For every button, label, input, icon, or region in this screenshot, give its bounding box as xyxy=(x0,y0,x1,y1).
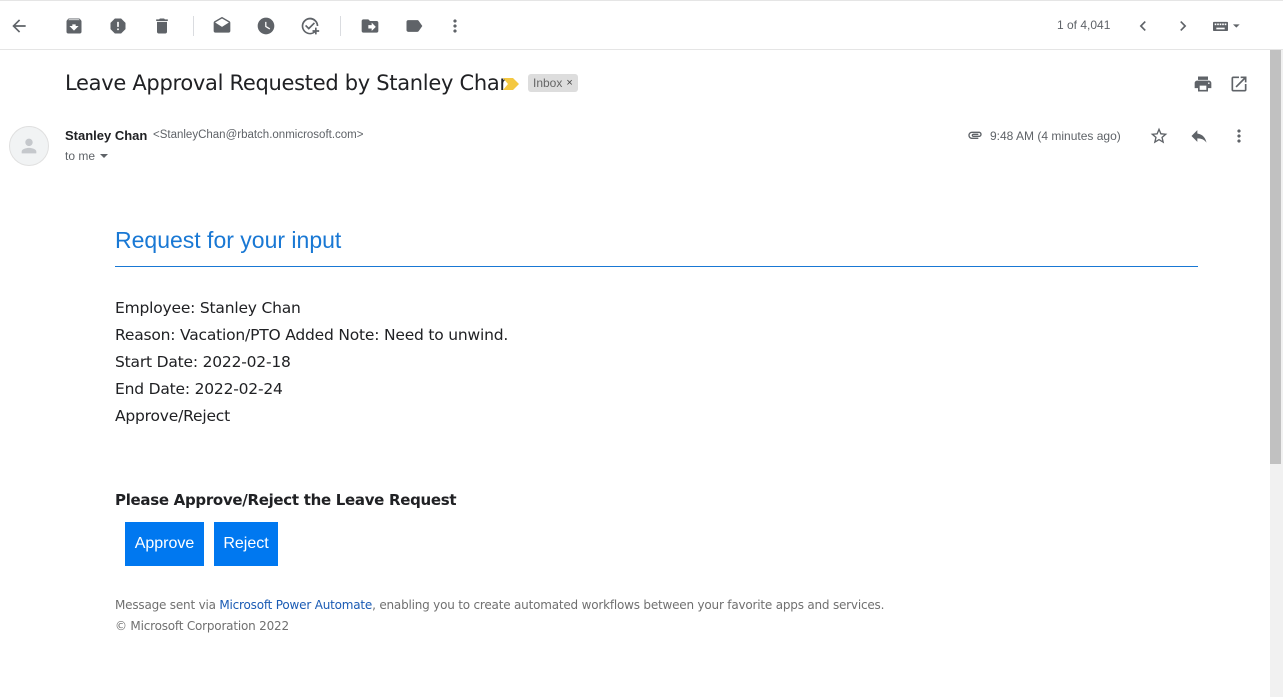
add-task-icon[interactable] xyxy=(299,15,321,37)
detail-reason: Reason: Vacation/PTO Added Note: Need to… xyxy=(115,326,509,344)
copyright: © Microsoft Corporation 2022 xyxy=(115,619,289,633)
move-to-icon[interactable] xyxy=(359,15,381,37)
more-vert-icon[interactable] xyxy=(444,15,466,37)
recipient-text: to me xyxy=(65,149,96,163)
caret-down-icon xyxy=(100,154,109,158)
more-vert-icon[interactable] xyxy=(1229,126,1249,146)
attachment-icon xyxy=(968,131,982,139)
input-tools-keyboard-icon[interactable] xyxy=(1208,15,1248,37)
delete-icon[interactable] xyxy=(151,15,173,37)
detail-employee: Employee: Stanley Chan xyxy=(115,299,301,317)
back-arrow-icon[interactable] xyxy=(8,15,30,37)
detail-end-date: End Date: 2022-02-24 xyxy=(115,380,283,398)
card-title: Request for your input xyxy=(115,227,342,253)
importance-marker-icon[interactable] xyxy=(503,78,519,90)
person-icon xyxy=(21,138,37,154)
chevron-left-icon[interactable] xyxy=(1132,15,1154,37)
snooze-clock-icon[interactable] xyxy=(255,15,277,37)
remove-label-icon[interactable]: × xyxy=(566,77,572,89)
inbox-label-chip: Inbox × xyxy=(528,74,578,92)
message-timestamp: 9:48 AM (4 minutes ago) xyxy=(990,129,1121,143)
detail-start-date: Start Date: 2022-02-18 xyxy=(115,353,291,371)
approval-prompt: Please Approve/Reject the Leave Request xyxy=(115,491,457,509)
email-subject: Leave Approval Requested by Stanley Chan xyxy=(65,71,513,95)
title-divider xyxy=(115,266,1198,267)
power-automate-link[interactable]: Microsoft Power Automate xyxy=(219,598,372,612)
toolbar-divider xyxy=(193,16,194,36)
report-spam-icon[interactable] xyxy=(107,15,129,37)
archive-icon[interactable] xyxy=(63,15,85,37)
sender-name[interactable]: Stanley Chan xyxy=(65,128,147,143)
sender-avatar[interactable] xyxy=(9,126,49,166)
recipient-details-toggle[interactable]: to me xyxy=(65,149,109,163)
label-icon[interactable] xyxy=(403,15,425,37)
detail-action: Approve/Reject xyxy=(115,407,230,425)
star-icon[interactable] xyxy=(1149,126,1169,146)
inbox-label-text: Inbox xyxy=(533,76,563,90)
sender-email: <StanleyChan@rbatch.onmicrosoft.com> xyxy=(153,129,364,141)
open-new-window-icon[interactable] xyxy=(1229,74,1249,94)
toolbar-divider xyxy=(340,16,341,36)
reject-button[interactable]: Reject xyxy=(214,522,278,566)
print-icon[interactable] xyxy=(1193,74,1213,94)
mark-unread-icon[interactable] xyxy=(211,15,233,37)
toolbar: 1 of 4,041 xyxy=(0,0,1283,50)
footer-prefix: Message sent via xyxy=(115,598,220,612)
scrollbar-thumb[interactable] xyxy=(1270,50,1281,464)
footer-suffix: , enabling you to create automated workf… xyxy=(372,598,885,612)
reply-icon[interactable] xyxy=(1189,126,1209,146)
chevron-right-icon[interactable] xyxy=(1172,15,1194,37)
approve-button[interactable]: Approve xyxy=(125,522,204,566)
pager-count: 1 of 4,041 xyxy=(1057,18,1111,32)
footer-message: Message sent via Microsoft Power Automat… xyxy=(115,598,884,612)
